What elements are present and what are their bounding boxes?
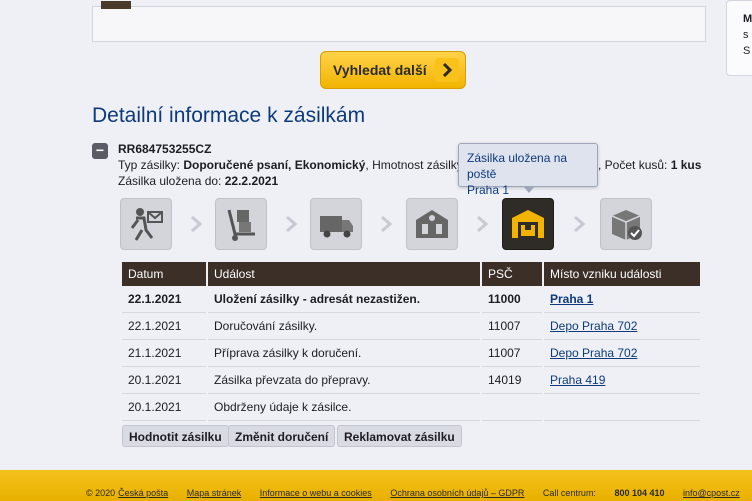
hand-truck-icon	[227, 209, 255, 241]
warehouse-stored-icon	[512, 210, 544, 238]
collapse-toggle-button[interactable]: −	[92, 143, 108, 159]
cell-date: 20.1.2021	[122, 394, 206, 421]
cell-zip: 11007	[482, 340, 542, 367]
email-link[interactable]: info@cpost.cz	[683, 488, 740, 498]
search-panel	[92, 1, 706, 42]
shipment-type-line: Typ zásilky: Doporučené psaní, Ekonomick…	[118, 158, 476, 172]
cell-date: 21.1.2021	[122, 340, 206, 367]
type-label: Typ zásilky:	[118, 158, 181, 172]
search-more-button[interactable]: Vyhledat další	[320, 51, 466, 89]
step-box-delivered[interactable]	[600, 198, 652, 250]
table-header-row: Datum Událost PSČ Místo vzniku události	[122, 262, 700, 286]
cell-event: Doručování zásilky.	[208, 313, 480, 340]
cell-date: 22.1.2021	[122, 286, 206, 313]
pieces-value: 1 kus	[670, 158, 702, 172]
search-more-label: Vyhledat další	[333, 62, 427, 78]
copyright-text: © 2020	[86, 488, 116, 498]
cell-event: Uložení zásilky - adresát nezastižen.	[208, 286, 480, 313]
cell-zip: 11007	[482, 313, 542, 340]
table-row: 22.1.2021 Uložení zásilky - adresát neza…	[122, 286, 700, 313]
cell-location: Depo Praha 702	[544, 340, 700, 367]
cell-zip: 11000	[482, 286, 542, 313]
pieces-line: , Počet kusů: 1 kus	[598, 158, 701, 172]
chevron-right-icon	[574, 215, 586, 233]
location-link[interactable]: Depo Praha 702	[550, 319, 637, 333]
stored-until-line: Zásilka uložena do: 22.2.2021	[118, 174, 278, 188]
table-row: 20.1.2021 Zásilka převzata do přepravy. …	[122, 367, 700, 394]
column-header-event: Událost	[208, 262, 480, 286]
side-card-line: M	[743, 13, 752, 25]
call-center: Call centrum: 800 104 410	[543, 488, 665, 498]
cell-date: 22.1.2021	[122, 313, 206, 340]
panel-tab	[101, 1, 131, 9]
tooltip-line: Praha 1	[467, 183, 510, 197]
side-card-line: S	[743, 45, 751, 57]
sender-letter-icon	[130, 208, 163, 241]
call-number: 800 104 410	[614, 488, 665, 498]
box-delivered-icon	[611, 210, 642, 240]
table-row: 20.1.2021 Obdrženy údaje k zásilce.	[122, 394, 700, 421]
status-tooltip: Zásilka uložena na poště Praha 1	[458, 143, 598, 197]
cell-location: Depo Praha 702	[544, 313, 700, 340]
chevron-right-icon	[477, 215, 489, 233]
pieces-label: , Počet kusů:	[598, 158, 668, 172]
events-table: Datum Událost PSČ Místo vzniku události …	[120, 262, 702, 421]
side-card: M s S	[726, 0, 752, 76]
cell-event: Zásilka převzata do přepravy.	[208, 367, 480, 394]
post-office-icon	[416, 210, 448, 238]
table-row: 21.1.2021 Příprava zásilky k doručení. 1…	[122, 340, 700, 367]
weight-label: , Hmotnost zásilky:	[365, 158, 467, 172]
column-header-zip: PSČ	[482, 262, 542, 286]
chevron-right-icon	[381, 215, 393, 233]
change-delivery-button[interactable]: Změnit doručení	[228, 425, 336, 447]
cell-date: 20.1.2021	[122, 367, 206, 394]
side-card-line: s	[743, 29, 749, 41]
location-link[interactable]: Depo Praha 702	[550, 346, 637, 360]
location-link[interactable]: Praha 1	[550, 292, 593, 306]
column-header-location: Místo vzniku události	[544, 262, 700, 286]
delivery-truck-icon	[320, 216, 353, 238]
location-link[interactable]: Praha 419	[550, 373, 605, 387]
type-value: Doporučené psaní, Ekonomický	[183, 158, 366, 172]
sitemap-link[interactable]: Mapa stránek	[187, 488, 242, 498]
call-label: Call centrum:	[542, 488, 596, 498]
claim-shipment-button[interactable]: Reklamovat zásilku	[337, 425, 462, 447]
step-post-office[interactable]	[406, 198, 458, 250]
cell-location	[544, 394, 700, 421]
tracking-number: RR684753255CZ	[118, 142, 212, 156]
chevron-right-icon	[435, 58, 459, 82]
table-row: 22.1.2021 Doručování zásilky. 11007 Depo…	[122, 313, 700, 340]
cell-zip	[482, 394, 542, 421]
cell-location: Praha 419	[544, 367, 700, 394]
page-title: Detailní informace k zásilkám	[92, 104, 366, 127]
cell-event: Příprava zásilky k doručení.	[208, 340, 480, 367]
column-header-date: Datum	[122, 262, 206, 286]
rate-shipment-button[interactable]: Hodnotit zásilku	[122, 425, 229, 447]
cell-event: Obdrženy údaje k zásilce.	[208, 394, 480, 421]
footer-links: © 2020 Česká pošta Mapa stránek Informace…	[86, 488, 740, 498]
tooltip-line: Zásilka uložena na poště	[467, 151, 568, 181]
about-link[interactable]: Informace o webu a cookies	[260, 488, 372, 498]
step-delivery-truck[interactable]	[310, 198, 362, 250]
cell-location: Praha 1	[544, 286, 700, 313]
chevron-right-icon	[191, 215, 203, 233]
stored-until-value: 22.2.2021	[224, 174, 279, 188]
cell-zip: 14019	[482, 367, 542, 394]
chevron-right-icon	[286, 215, 298, 233]
stored-until-label: Zásilka uložena do:	[118, 174, 222, 188]
brand-link[interactable]: Česká pošta	[118, 488, 168, 498]
step-warehouse-stored[interactable]	[502, 198, 554, 250]
step-sender-letter[interactable]	[120, 198, 172, 250]
step-hand-truck[interactable]	[215, 198, 267, 250]
gdpr-link[interactable]: Ochrana osobních údajů – GDPR	[390, 488, 524, 498]
